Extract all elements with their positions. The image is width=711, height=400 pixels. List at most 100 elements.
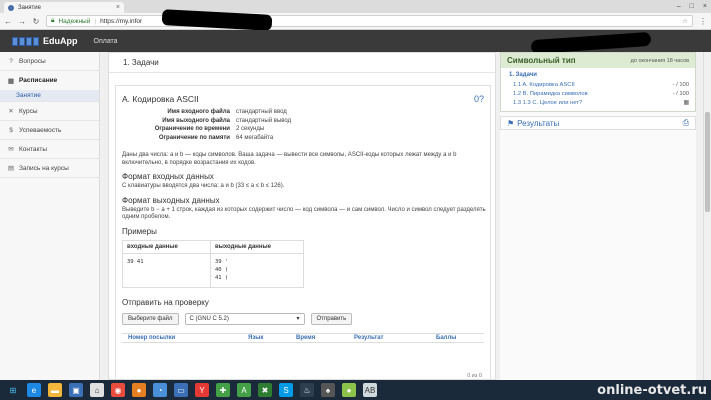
column-header[interactable]: Номер посылки [128, 335, 248, 341]
sidebar-item-questions[interactable]: ? Вопросы [0, 52, 99, 71]
sidebar-item-label: Успеваемость [19, 126, 62, 134]
forward-icon[interactable]: → [18, 17, 26, 26]
url-input[interactable]: 🔒︎ Надежный | https://my.infor ☆ [46, 15, 693, 27]
problem-statement: Даны два числа: a и b — коды символов. В… [122, 152, 457, 166]
favicon-icon [8, 4, 14, 11]
folder-icon[interactable]: ▬ [48, 383, 62, 397]
samples-header-input: входные данные [122, 239, 211, 254]
results-link[interactable]: ⚑ Результаты [507, 119, 559, 128]
taskbar: ⊞ e ▬ ▣ ⌂ ◉ ● ◔ ▭ Y ✚ A ✖ S ♨ ♠ ● AB online-otvet.ru [0, 380, 711, 400]
home-icon[interactable]: ⌂ [90, 383, 104, 397]
choose-file-button[interactable]: Выберите файл [122, 312, 179, 325]
task-name[interactable]: 1.1 A. Кодировка ASCII [513, 82, 575, 88]
brand-name[interactable]: EduApp [43, 36, 78, 46]
output-format-title: Формат выходных данных [122, 195, 220, 205]
print-icon[interactable]: ⎙ [683, 118, 689, 128]
limits-table: Имя входного файла стандартный ввод Имя в… [128, 108, 484, 142]
task-section[interactable]: 1. Задачи [509, 72, 689, 80]
dollar-icon: $ [9, 126, 13, 134]
output-format-text: Выведите b − a + 1 строк, каждая из кото… [122, 206, 486, 221]
media-icon[interactable]: ● [132, 383, 146, 397]
task-row[interactable]: 1.3 1.3 C. Целое или нет? ▦ [509, 98, 689, 107]
maps-icon[interactable]: ✚ [216, 383, 230, 397]
bookmark-star-icon[interactable]: ☆ [682, 17, 688, 25]
vk-icon[interactable]: ♠ [321, 383, 335, 397]
wifi-icon[interactable]: ◔ [153, 383, 167, 397]
results-box[interactable]: ⚑ Результаты ⎙ [500, 116, 696, 130]
submit-row: Выберите файл C (GNU C 5.2) ▾ Отправить [122, 312, 484, 325]
sample-line: 39 41 [127, 258, 144, 265]
tab-title: Занятие [18, 4, 41, 11]
problem-counter[interactable]: 0? [474, 94, 484, 104]
task-row[interactable]: 1.1 A. Кодировка ASCII - / 100 [509, 80, 689, 89]
nav-payment[interactable]: Оплата [94, 38, 118, 45]
task-name[interactable]: 1.2 B. Пирамидка символов [513, 91, 588, 97]
language-select[interactable]: C (GNU C 5.2) ▾ [184, 312, 305, 325]
browser-tabstrip: Занятие × – □ × [0, 0, 711, 13]
chrome-icon[interactable]: ◉ [111, 383, 125, 397]
column-header[interactable]: Результат [354, 335, 436, 341]
maximize-icon[interactable]: □ [690, 3, 694, 10]
mail-icon[interactable]: ▭ [174, 383, 188, 397]
sidebar-item-enroll[interactable]: ▤ Запись на курсы [0, 159, 99, 178]
sample-line: 41 ) [215, 274, 229, 281]
sidebar-item-label: Вопросы [19, 57, 46, 65]
tab-lesson[interactable]: Занятие × [4, 2, 124, 13]
sidebar-item-label: Запись на курсы [19, 164, 69, 172]
menu-icon[interactable]: ⋮ [699, 17, 707, 26]
problem-card: A. Кодировка ASCII 0? Имя входного файла… [115, 85, 491, 381]
samples-header-output: выходные данные [210, 239, 304, 254]
reload-icon[interactable]: ↻ [32, 17, 40, 26]
url-text: https://my.infor [100, 17, 143, 25]
sidebar-item-schedule[interactable]: ▦ Расписание [0, 71, 99, 90]
sidebar-item-progress[interactable]: $ Успеваемость [0, 121, 99, 140]
sample-output: 39 ' 40 ( 41 ) [210, 252, 304, 288]
right-panel: Символьный тип до окончания 18 часов 1. … [500, 52, 696, 380]
store-icon[interactable]: ▣ [69, 383, 83, 397]
form-icon: ▤ [7, 165, 15, 172]
text-icon[interactable]: A [237, 383, 251, 397]
problem-header: A. Кодировка ASCII 0? [122, 94, 484, 104]
sidebar-subitem-lesson[interactable]: Занятие [0, 90, 99, 102]
start-icon[interactable]: ⊞ [6, 383, 20, 397]
limit-value: стандартный вывод [236, 117, 292, 124]
book-icon[interactable]: AB [363, 383, 377, 397]
limit-value: 64 мегабайта [236, 134, 274, 141]
breadcrumb: 1. Задачи [109, 53, 495, 73]
page-scrollbar[interactable] [703, 52, 711, 380]
minimize-icon[interactable]: – [677, 3, 681, 10]
samples-title: Примеры [122, 226, 157, 236]
results-label: Результаты [517, 118, 560, 128]
skype-icon[interactable]: S [279, 383, 293, 397]
secure-label: Надежный [58, 17, 91, 25]
back-icon[interactable]: ← [4, 17, 12, 26]
task-score: - / 100 [672, 90, 689, 97]
limit-key: Имя входного файла [167, 109, 230, 116]
ie-icon[interactable]: e [27, 383, 41, 397]
input-format-title: Формат входных данных [122, 172, 214, 181]
column-header[interactable]: Время [296, 335, 354, 341]
chat-icon[interactable]: ● [342, 383, 356, 397]
task-name[interactable]: 1.3 1.3 C. Целое или нет? [513, 100, 582, 106]
sample-line: 40 ( [215, 266, 229, 273]
yandex-icon[interactable]: Y [195, 383, 209, 397]
steam-icon[interactable]: ♨ [300, 383, 314, 397]
calendar-icon: ▦ [7, 77, 15, 85]
task-row[interactable]: 1.2 B. Пирамидка символов - / 100 [509, 89, 689, 98]
sidebar-item-courses[interactable]: ✕ Курсы [0, 102, 99, 121]
limits-row: Ограничение по времени 2 секунды [128, 125, 484, 134]
send-button[interactable]: Отправить [310, 312, 353, 325]
results-icon: ⚑ [507, 118, 515, 128]
lock-icon: 🔒︎ [51, 17, 55, 24]
sample-input: 39 41 [122, 252, 211, 288]
close-tab-icon[interactable]: × [116, 4, 120, 11]
column-header[interactable]: Язык [248, 335, 296, 341]
scrollbar-thumb[interactable] [705, 112, 710, 212]
sample-line: 39 ' [215, 258, 229, 265]
close-window-icon[interactable]: × [703, 3, 707, 10]
sidebar-item-contacts[interactable]: ✉ Контакты [0, 140, 99, 159]
column-header[interactable]: Баллы [436, 335, 476, 341]
topic-box: Символьный тип до окончания 18 часов 1. … [500, 52, 696, 112]
logo-icon [12, 36, 39, 46]
close-app-icon[interactable]: ✖ [258, 383, 272, 397]
